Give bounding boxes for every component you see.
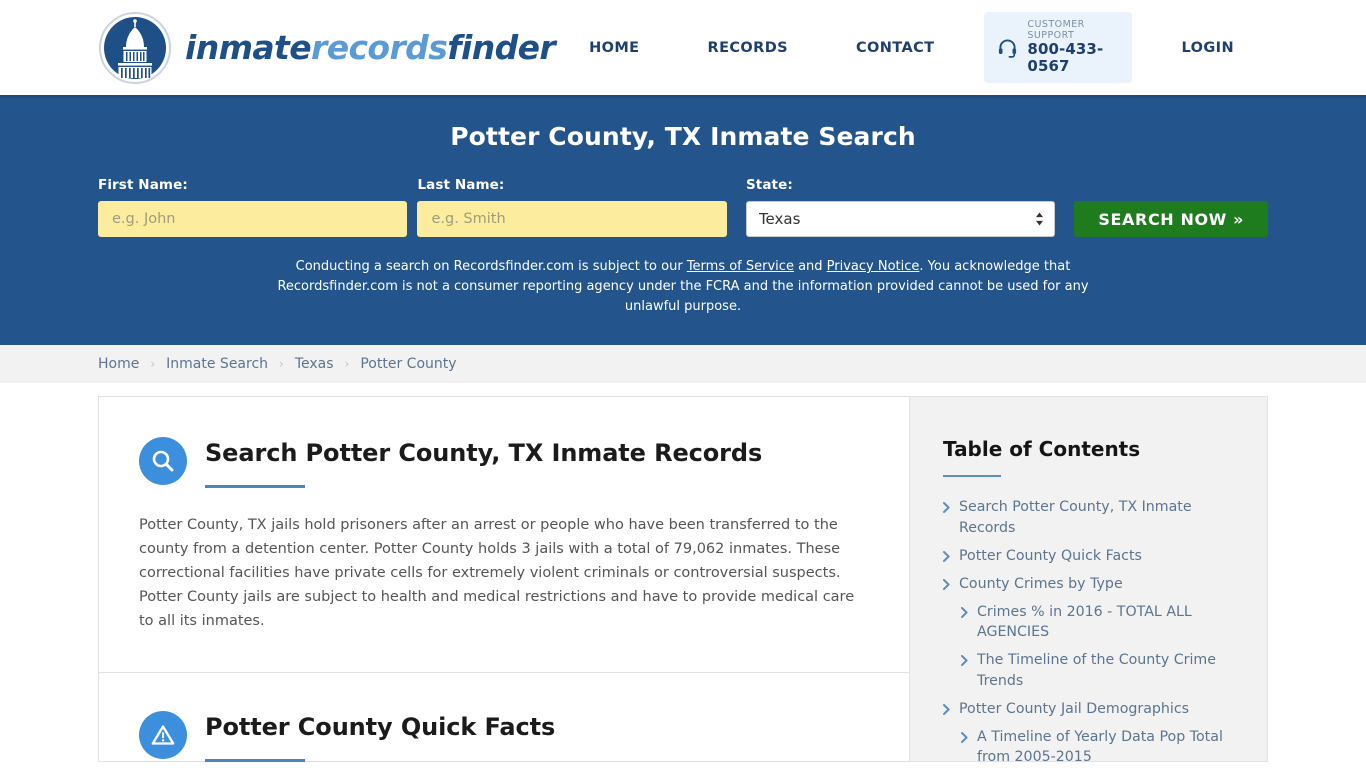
nav-contact[interactable]: CONTACT (822, 40, 968, 56)
search-disclaimer: Conducting a search on Recordsfinder.com… (261, 257, 1106, 317)
page-body: Search Potter County, TX Inmate Records … (0, 396, 1366, 765)
main-content-column: Search Potter County, TX Inmate Records … (98, 396, 909, 763)
toc-item[interactable]: Potter County Quick Facts (943, 546, 1239, 566)
breadcrumb-item-home[interactable]: Home (98, 356, 139, 372)
chevron-right-icon (943, 703, 950, 715)
inmate-search-form: First Name: Last Name: State: Texas (98, 177, 1269, 237)
brand-wordmark: inmaterecordsfinder (185, 28, 556, 67)
magnifier-icon (139, 437, 187, 486)
breadcrumb-item-texas[interactable]: Texas (295, 356, 334, 372)
main-navigation: HOME RECORDS CONTACT CUSTOMER SUPPORT 80… (555, 12, 1268, 83)
toc-underline (943, 475, 1001, 478)
chevron-right-icon (943, 550, 950, 562)
toc-item[interactable]: A Timeline of Yearly Data Pop Total from… (943, 727, 1239, 767)
toc-link[interactable]: The Timeline of the County Crime Trends (977, 650, 1239, 690)
chevron-right-icon (961, 655, 968, 667)
toc-item[interactable]: Crimes % in 2016 - TOTAL ALL AGENCIES (943, 602, 1239, 642)
hero-search-panel: Potter County, TX Inmate Search First Na… (0, 95, 1366, 346)
table-of-contents-sidebar: Table of Contents Search Potter County, … (909, 396, 1268, 765)
nav-home[interactable]: HOME (555, 40, 673, 56)
toc-item[interactable]: Potter County Jail Demographics (943, 699, 1239, 719)
breadcrumb-item-potter-county: Potter County (360, 356, 457, 373)
toc-item[interactable]: The Timeline of the County Crime Trends (943, 650, 1239, 690)
chevron-right-icon: › (344, 357, 350, 372)
state-select[interactable]: Texas (745, 201, 1056, 237)
chevron-right-icon (943, 578, 950, 590)
toc-link[interactable]: Potter County Jail Demographics (959, 699, 1189, 719)
chevron-right-icon (961, 731, 968, 743)
first-name-label: First Name: (98, 177, 188, 193)
section-title: Potter County Quick Facts (205, 713, 556, 742)
section-paragraph: Potter County, TX jails hold prisoners a… (139, 517, 855, 630)
headset-icon (997, 37, 1018, 58)
capitol-dome-icon (98, 11, 172, 85)
last-name-field-group: Last Name: (417, 177, 727, 237)
toc-link[interactable]: Crimes % in 2016 - TOTAL ALL AGENCIES (977, 602, 1239, 642)
privacy-notice-link[interactable]: Privacy Notice (827, 259, 920, 274)
toc-link[interactable]: A Timeline of Yearly Data Pop Total from… (977, 727, 1239, 767)
section-title: Search Potter County, TX Inmate Records (205, 439, 763, 468)
last-name-label: Last Name: (417, 177, 505, 193)
support-phone[interactable]: 800-433-0567 (1027, 41, 1115, 75)
brand-part-1: inmate (185, 28, 312, 67)
title-underline (205, 485, 305, 489)
toc-link[interactable]: County Crimes by Type (959, 574, 1123, 594)
section-quick-facts: Potter County Quick Facts (99, 672, 909, 763)
section-search-records: Search Potter County, TX Inmate Records … (99, 397, 909, 672)
terms-of-service-link[interactable]: Terms of Service (687, 259, 794, 274)
warning-triangle-icon (139, 711, 187, 760)
chevron-right-icon (943, 502, 950, 514)
site-header: inmaterecordsfinder HOME RECORDS CONTACT… (0, 0, 1366, 95)
disclaimer-part-1: Conducting a search on Recordsfinder.com… (295, 259, 687, 274)
page-title: Potter County, TX Inmate Search (450, 122, 916, 151)
breadcrumb-item-inmate-search[interactable]: Inmate Search (166, 356, 268, 372)
state-label: State: (745, 177, 793, 193)
toc-item[interactable]: Search Potter County, TX Inmate Records (943, 497, 1239, 537)
toc-link[interactable]: Search Potter County, TX Inmate Records (959, 497, 1239, 537)
nav-records[interactable]: RECORDS (674, 40, 822, 56)
first-name-input[interactable] (98, 201, 408, 237)
chevron-right-icon: › (279, 357, 284, 372)
nav-login[interactable]: LOGIN (1148, 40, 1268, 56)
toc-title: Table of Contents (943, 437, 1141, 462)
chevron-right-icon: › (150, 357, 156, 372)
chevron-right-icon (961, 607, 968, 619)
brand-part-3: finder (447, 28, 556, 67)
toc-link[interactable]: Potter County Quick Facts (959, 546, 1142, 566)
disclaimer-part-2: and (793, 259, 827, 274)
support-label: CUSTOMER SUPPORT (1027, 19, 1085, 41)
customer-support-badge[interactable]: CUSTOMER SUPPORT 800-433-0567 (984, 12, 1132, 83)
title-underline (205, 759, 305, 763)
state-field-group: State: Texas (745, 177, 1056, 237)
search-now-button[interactable]: SEARCH NOW » (1074, 201, 1269, 237)
brand-logo-link[interactable]: inmaterecordsfinder (98, 11, 556, 85)
brand-part-2: records (311, 28, 448, 67)
last-name-input[interactable] (417, 201, 727, 237)
first-name-field-group: First Name: (98, 177, 408, 237)
toc-list: Search Potter County, TX Inmate Records … (943, 497, 1239, 767)
toc-item[interactable]: County Crimes by Type (943, 574, 1239, 594)
breadcrumb: Home › Inmate Search › Texas › Potter Co… (0, 345, 1366, 384)
